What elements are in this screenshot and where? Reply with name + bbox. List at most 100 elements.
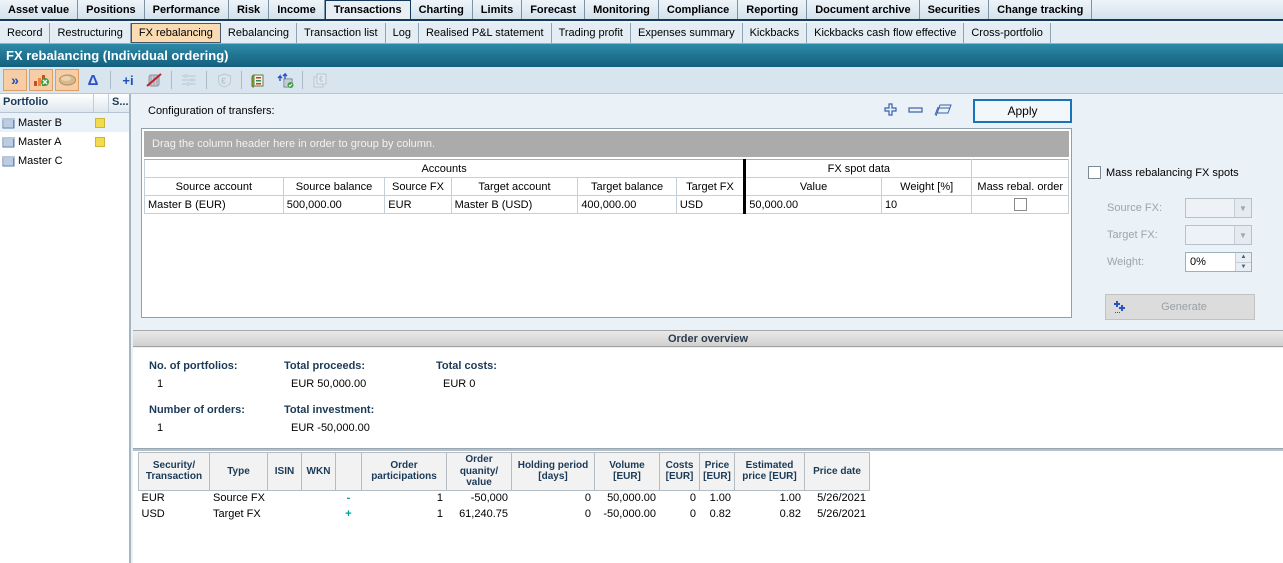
mass-rebalancing-checkbox[interactable]	[1088, 166, 1101, 179]
col-source-account[interactable]: Source account	[145, 178, 284, 196]
cell-value[interactable]: 50,000.00	[745, 196, 882, 214]
weight-label: Weight:	[1107, 256, 1185, 268]
col-costs[interactable]: Costs [EUR]	[660, 453, 700, 491]
cell-source-fx[interactable]: EUR	[385, 196, 451, 214]
order-overview-panel: No. of portfolios: 1 Total proceeds: EUR…	[133, 348, 1283, 448]
transfer-row[interactable]: Master B (EUR) 500,000.00 EUR Master B (…	[145, 196, 1069, 214]
menu-performance[interactable]: Performance	[145, 0, 229, 19]
cell-target-fx[interactable]: USD	[676, 196, 744, 214]
menu-forecast[interactable]: Forecast	[522, 0, 585, 19]
menu-income[interactable]: Income	[269, 0, 325, 19]
fx-spot-data-group-header[interactable]: FX spot data	[745, 160, 972, 178]
menu-securities[interactable]: Securities	[920, 0, 990, 19]
fx-chart-icon[interactable]	[29, 69, 53, 91]
subtab-record[interactable]: Record	[0, 23, 50, 43]
col-holding-period[interactable]: Holding period [days]	[512, 453, 595, 491]
report-book-icon[interactable]	[247, 69, 271, 91]
menu-transactions[interactable]: Transactions	[325, 0, 411, 19]
subtab-realised-pl[interactable]: Realised P&L statement	[419, 23, 552, 43]
subtab-kickbacks[interactable]: Kickbacks	[743, 23, 808, 43]
menu-charting[interactable]: Charting	[411, 0, 473, 19]
col-estimated-price[interactable]: Estimated price [EUR]	[735, 453, 805, 491]
col-target-fx[interactable]: Target FX	[676, 178, 744, 196]
mass-rebal-order-checkbox[interactable]	[1014, 198, 1027, 211]
remove-transfer-icon[interactable]	[908, 106, 923, 114]
portfolio-icon	[2, 117, 15, 129]
portfolio-row-master-c[interactable]: Master C	[0, 151, 129, 170]
barrel-crossed-icon[interactable]	[142, 69, 166, 91]
cell-security: USD	[139, 506, 210, 522]
col-security-transaction[interactable]: Security/ Transaction	[139, 453, 210, 491]
col-order-quantity[interactable]: Order quanity/ value	[447, 453, 512, 491]
add-transfer-icon[interactable]	[883, 102, 898, 117]
portfolio-row-master-b[interactable]: Master B	[0, 113, 129, 132]
flag-column-header[interactable]	[94, 94, 109, 112]
s-column-header[interactable]: S...	[109, 94, 129, 112]
subtab-trading-profit[interactable]: Trading profit	[552, 23, 631, 43]
menu-asset-value[interactable]: Asset value	[0, 0, 78, 19]
col-target-account[interactable]: Target account	[451, 178, 578, 196]
col-weight[interactable]: Weight [%]	[881, 178, 971, 196]
cell-source-account[interactable]: Master B (EUR)	[145, 196, 284, 214]
svg-text:€: €	[319, 75, 324, 84]
portfolio-row-master-a[interactable]: Master A	[0, 132, 129, 151]
order-row[interactable]: USD Target FX + 1 61,240.75 0 -50,000.00…	[139, 506, 870, 522]
col-mass-rebal[interactable]: Mass rebal. order	[972, 178, 1069, 196]
portfolio-sidebar: Portfolio S... Master B Master A Master …	[0, 94, 131, 563]
add-info-icon[interactable]: +i	[116, 69, 140, 91]
col-source-balance[interactable]: Source balance	[283, 178, 385, 196]
subtab-restructuring[interactable]: Restructuring	[50, 23, 130, 43]
portfolios-value: 1	[157, 378, 163, 390]
subtab-expenses-summary[interactable]: Expenses summary	[631, 23, 743, 43]
portfolio-column-header[interactable]: Portfolio	[0, 94, 94, 112]
target-fx-dropdown[interactable]: ▼	[1185, 225, 1252, 245]
cell-source-balance[interactable]: 500,000.00	[283, 196, 385, 214]
subtab-fx-rebalancing[interactable]: FX rebalancing	[131, 23, 221, 43]
col-price[interactable]: Price [EUR]	[700, 453, 735, 491]
expand-icon[interactable]: »	[3, 69, 27, 91]
delta-icon[interactable]: Δ	[81, 69, 105, 91]
spin-up-icon[interactable]: ▲	[1236, 253, 1251, 263]
group-by-bar[interactable]: Drag the column header here in order to …	[144, 131, 1069, 157]
generate-button[interactable]: Generate	[1105, 294, 1255, 320]
order-row[interactable]: EUR Source FX - 1 -50,000 0 50,000.00 0 …	[139, 490, 870, 506]
print-icon[interactable]	[933, 103, 953, 117]
menu-reporting[interactable]: Reporting	[738, 0, 807, 19]
menu-positions[interactable]: Positions	[78, 0, 145, 19]
col-price-date[interactable]: Price date	[805, 453, 870, 491]
apply-button[interactable]: Apply	[973, 99, 1072, 123]
col-volume[interactable]: Volume [EUR]	[595, 453, 660, 491]
col-value[interactable]: Value	[745, 178, 882, 196]
col-isin[interactable]: ISIN	[268, 453, 302, 491]
col-order-participations[interactable]: Order participations	[362, 453, 447, 491]
subtab-log[interactable]: Log	[386, 23, 419, 43]
subtab-cross-portfolio[interactable]: Cross-portfolio	[964, 23, 1051, 43]
proceeds-value: EUR 50,000.00	[291, 378, 366, 390]
bread-icon[interactable]	[55, 69, 79, 91]
cell-weight[interactable]: 10	[881, 196, 971, 214]
order-overview-header: Order overview	[133, 330, 1283, 347]
weight-spinner[interactable]: 0% ▲▼	[1185, 252, 1252, 272]
col-sign[interactable]	[336, 453, 362, 491]
col-source-fx[interactable]: Source FX	[385, 178, 451, 196]
subtab-rebalancing[interactable]: Rebalancing	[221, 23, 297, 43]
import-orders-icon[interactable]	[273, 69, 297, 91]
svg-text:€: €	[221, 76, 226, 86]
col-wkn[interactable]: WKN	[302, 453, 336, 491]
cell-target-account[interactable]: Master B (USD)	[451, 196, 578, 214]
menu-change-tracking[interactable]: Change tracking	[989, 0, 1092, 19]
subtab-kickbacks-cash-flow[interactable]: Kickbacks cash flow effective	[807, 23, 964, 43]
menu-document-archive[interactable]: Document archive	[807, 0, 919, 19]
menu-risk[interactable]: Risk	[229, 0, 269, 19]
source-fx-dropdown[interactable]: ▼	[1185, 198, 1252, 218]
subtab-transaction-list[interactable]: Transaction list	[297, 23, 386, 43]
col-type[interactable]: Type	[210, 453, 268, 491]
accounts-group-header[interactable]: Accounts	[145, 160, 745, 178]
menu-compliance[interactable]: Compliance	[659, 0, 738, 19]
menu-limits[interactable]: Limits	[473, 0, 522, 19]
spin-down-icon[interactable]: ▼	[1236, 263, 1251, 272]
cell-target-balance[interactable]: 400,000.00	[578, 196, 677, 214]
cell-holding: 0	[512, 506, 595, 522]
col-target-balance[interactable]: Target balance	[578, 178, 677, 196]
menu-monitoring[interactable]: Monitoring	[585, 0, 659, 19]
